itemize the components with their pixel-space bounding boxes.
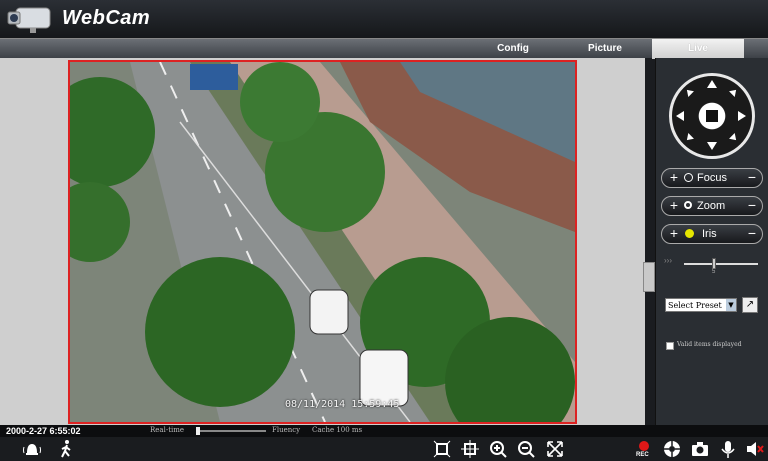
fluency-label: Fluency — [272, 426, 301, 434]
ptz-down-icon[interactable] — [707, 142, 717, 150]
video-frame-image — [70, 62, 575, 422]
focus-icon — [684, 173, 693, 182]
zoom-out-icon[interactable] — [516, 439, 536, 459]
webcam-logo-icon — [7, 7, 51, 33]
osd-checkbox-label: Valid items displayed — [677, 341, 742, 348]
ptz-speed-slider[interactable]: ››› 5 — [664, 256, 764, 276]
fluency-slider-track[interactable] — [198, 430, 266, 432]
ptz-joystick[interactable] — [669, 73, 755, 159]
status-clock: 2000-2-27 6:55:02 — [6, 426, 81, 436]
preset-value: Select Preset — [668, 301, 722, 310]
speed-chevrons-icon: ››› — [664, 256, 672, 265]
tab-live[interactable]: Live — [652, 39, 744, 59]
alarm-bell-icon[interactable] — [22, 439, 42, 459]
rec-label: REC — [636, 452, 649, 458]
focus-label: Focus — [697, 172, 727, 184]
webcam-app: WebCam Config Picture Live 08/11/2014 15… — [0, 0, 768, 461]
magnifier-icon — [684, 201, 692, 209]
zoom-label: Zoom — [697, 200, 726, 212]
ptz-down-left-icon[interactable] — [684, 133, 694, 143]
tab-config[interactable]: Config — [480, 39, 546, 59]
zoom-plus-button[interactable]: + — [666, 198, 682, 214]
ptz-down-right-icon[interactable] — [729, 133, 739, 143]
speed-track — [684, 263, 758, 265]
fit-screen-icon[interactable] — [432, 439, 452, 459]
color-wheel-icon[interactable] — [662, 439, 682, 459]
app-title: WebCam — [62, 7, 151, 29]
chevron-down-icon[interactable]: ▼ — [726, 299, 736, 311]
iris-label: Iris — [702, 228, 717, 240]
ptz-up-icon[interactable] — [707, 80, 717, 88]
zoom-control: + Zoom − — [661, 196, 763, 216]
iris-plus-button[interactable]: + — [666, 226, 682, 242]
live-video[interactable]: 08/11/2014 15:59:45 — [68, 60, 577, 424]
preset-select[interactable]: Select Preset ▼ — [665, 298, 737, 312]
focus-control: + Focus − — [661, 168, 763, 188]
iris-icon — [685, 229, 694, 238]
app-header: WebCam — [0, 0, 768, 38]
goto-preset-button[interactable]: ↗ — [742, 297, 758, 313]
tab-bar: Config Picture Live — [0, 38, 768, 59]
realtime-label: Real-time — [150, 426, 185, 434]
camera-snapshot-icon[interactable] — [690, 439, 710, 459]
iris-control: + Iris − — [661, 224, 763, 244]
center-target-icon[interactable] — [460, 439, 480, 459]
ptz-left-icon[interactable] — [676, 111, 684, 121]
cache-label: Cache 100 ms — [312, 426, 363, 434]
ptz-up-left-icon[interactable] — [684, 87, 694, 97]
fluency-slider-thumb[interactable] — [196, 427, 200, 435]
iris-minus-button[interactable]: − — [744, 226, 760, 242]
zoom-in-icon[interactable] — [488, 439, 508, 459]
ptz-panel: + Focus − + Zoom − + Iris − ››› 5 Select… — [655, 58, 768, 425]
osd-checkbox[interactable] — [666, 342, 674, 350]
osd-timestamp: 08/11/2014 15:59:45 — [285, 399, 400, 410]
walking-person-icon[interactable] — [56, 439, 76, 459]
speed-value: 5 — [712, 269, 716, 275]
zoom-minus-button[interactable]: − — [744, 198, 760, 214]
speed-thumb[interactable] — [712, 258, 716, 269]
fullscreen-icon[interactable] — [545, 439, 565, 459]
panel-toggle-button[interactable] — [643, 262, 655, 292]
ptz-stop-icon[interactable] — [706, 110, 718, 122]
microphone-icon[interactable] — [718, 439, 738, 459]
tab-picture[interactable]: Picture — [570, 39, 640, 59]
ptz-up-right-icon[interactable] — [729, 87, 739, 97]
speaker-mute-icon[interactable] — [745, 439, 765, 459]
focus-minus-button[interactable]: − — [744, 170, 760, 186]
ptz-right-icon[interactable] — [738, 111, 746, 121]
status-bar — [0, 425, 768, 437]
focus-plus-button[interactable]: + — [666, 170, 682, 186]
